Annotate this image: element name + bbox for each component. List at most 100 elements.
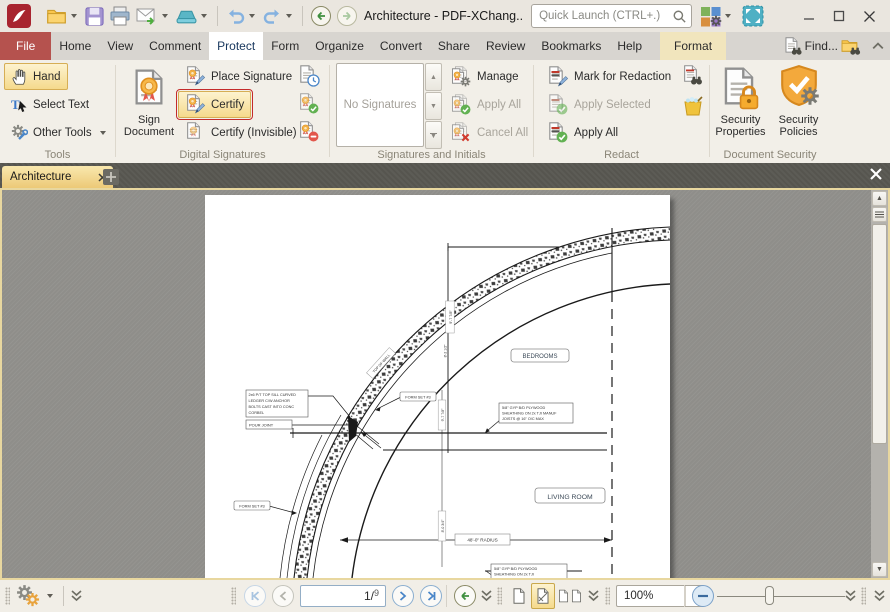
pdf-page[interactable]: BEDROOMS LIVING ROOM 2x6 P/T TOP SILL CU… [205,195,670,578]
save-button[interactable] [82,3,107,29]
tab-organize[interactable]: Organize [307,32,372,60]
apply-all-redactions-button[interactable]: Apply All [540,119,625,146]
toolbar-grip[interactable] [5,587,10,605]
scroll-up-button[interactable]: ▲ [425,63,442,91]
layout-more-chevrons-icon[interactable] [588,590,599,602]
signatures-scroll: ▲ ▼ ▼ [425,63,442,149]
toolbar-grip[interactable] [861,587,866,605]
document-tab-architecture[interactable]: Architecture [2,166,113,188]
find-label[interactable]: Find... [805,39,838,53]
tab-format[interactable]: Format [660,32,726,60]
tab-convert[interactable]: Convert [372,32,430,60]
tab-form[interactable]: Form [263,32,307,60]
close-pane-button[interactable] [869,167,883,181]
mark-for-redaction-button[interactable]: Mark for Redaction [540,63,678,90]
nav-forward-button[interactable] [334,3,360,29]
security-properties-button[interactable]: Security Properties [712,62,769,138]
callout-pour-joint: POUR JOINT [249,422,274,427]
certify-invisible-button[interactable]: Certify (Invisible) [178,119,304,146]
view-history-chevrons-icon[interactable] [481,590,492,602]
place-signature-button[interactable]: Place Signature [178,63,299,90]
form-set-label: FORM SET #3 [239,503,264,508]
new-tab-button[interactable] [103,169,119,185]
tab-home[interactable]: Home [51,32,99,60]
nav-back-button[interactable] [308,3,334,29]
find-in-files-icon[interactable] [840,37,862,56]
page-number-input[interactable]: 1/9 [300,585,386,607]
validate-signatures-button[interactable] [296,91,322,117]
timestamp-document-button[interactable] [296,63,322,89]
architecture-drawing: BEDROOMS LIVING ROOM 2x6 P/T TOP SILL CU… [205,195,670,578]
apply-all-signatures-button[interactable]: Apply All [443,91,528,118]
minimize-button[interactable] [794,4,824,28]
two-page-layout-button[interactable] [555,583,585,609]
scrollbar-up-button[interactable]: ▲ [872,191,887,206]
previous-view-button[interactable] [454,585,476,607]
scroll-end-button[interactable]: ▼ [425,121,442,149]
group-signatures-initials: No Signatures ▲ ▼ ▼ Manage Apply All Can… [330,60,533,163]
open-file-button[interactable] [43,3,82,29]
zoom-slider[interactable] [717,580,845,612]
tab-view[interactable]: View [99,32,141,60]
security-policies-button[interactable]: Security Policies [770,62,827,138]
scrollbar-options-button[interactable] [872,207,887,222]
tab-bookmarks[interactable]: Bookmarks [533,32,609,60]
status-gears-icon[interactable] [14,583,44,609]
close-button[interactable] [854,4,884,28]
search-and-redact-button[interactable] [680,63,706,89]
ui-options-button[interactable] [698,3,736,29]
overflow-chevrons-icon[interactable] [874,590,885,602]
tab-comment[interactable]: Comment [141,32,209,60]
select-text-button[interactable]: T Select Text [4,91,96,118]
tools-gear-icon [11,124,28,141]
next-page-button[interactable] [392,585,414,607]
scrollbar-thumb[interactable] [872,224,887,444]
continuous-layout-button[interactable] [531,583,555,609]
first-page-button[interactable] [244,585,266,607]
scan-button[interactable] [173,3,212,29]
sign-document-icon [130,62,168,114]
find-document-icon[interactable] [783,37,803,56]
redo-button[interactable] [260,3,297,29]
zoom-out-button[interactable] [692,585,714,607]
slider-chevrons-icon[interactable] [845,590,856,602]
expand-toolbar-icon[interactable] [71,590,82,602]
tab-share[interactable]: Share [430,32,478,60]
other-tools-button[interactable]: Other Tools [4,119,116,146]
manage-signatures-button[interactable]: Manage [443,63,526,90]
zoom-slider-handle[interactable] [765,586,774,605]
document-viewport: BEDROOMS LIVING ROOM 2x6 P/T TOP SILL CU… [0,188,890,578]
hand-tool-button[interactable]: Hand [4,63,68,90]
sign-document-button[interactable]: Sign Document [120,62,178,138]
apply-selected-icon [547,94,569,116]
maximize-button[interactable] [824,4,854,28]
toolbar-grip[interactable] [231,587,236,605]
gears-dropdown-caret[interactable] [47,594,53,598]
tab-file[interactable]: File [0,32,51,60]
certify-button[interactable]: Certify [178,91,251,118]
previous-page-button[interactable] [272,585,294,607]
cancel-all-signatures-button[interactable]: Cancel All [443,119,535,146]
toolbar-grip[interactable] [497,587,502,605]
tab-protect[interactable]: Protect [209,32,263,60]
tab-help[interactable]: Help [609,32,650,60]
scroll-down-button[interactable]: ▼ [425,92,442,120]
last-page-button[interactable] [420,585,442,607]
sanitize-document-button[interactable] [680,93,706,119]
clear-signatures-button[interactable] [296,119,322,145]
toolbar-grip[interactable] [605,587,610,605]
signatures-list[interactable]: No Signatures [336,63,424,147]
scrollbar-down-button[interactable]: ▼ [872,562,887,577]
timestamp-icon [298,65,320,87]
collapse-ribbon-icon[interactable] [872,41,884,51]
apply-selected-redactions-button[interactable]: Apply Selected [540,91,658,118]
status-bar: 1/9 100% [0,578,890,612]
vertical-scrollbar[interactable]: ▲ ▼ [871,190,888,578]
single-page-layout-button[interactable] [507,583,531,609]
tab-review[interactable]: Review [478,32,533,60]
email-button[interactable] [133,3,173,29]
fullscreen-toggle-button[interactable] [740,3,766,29]
print-button[interactable] [107,3,133,29]
undo-button[interactable] [223,3,260,29]
quick-launch-input[interactable]: Quick Launch (CTRL+.) [531,4,692,28]
